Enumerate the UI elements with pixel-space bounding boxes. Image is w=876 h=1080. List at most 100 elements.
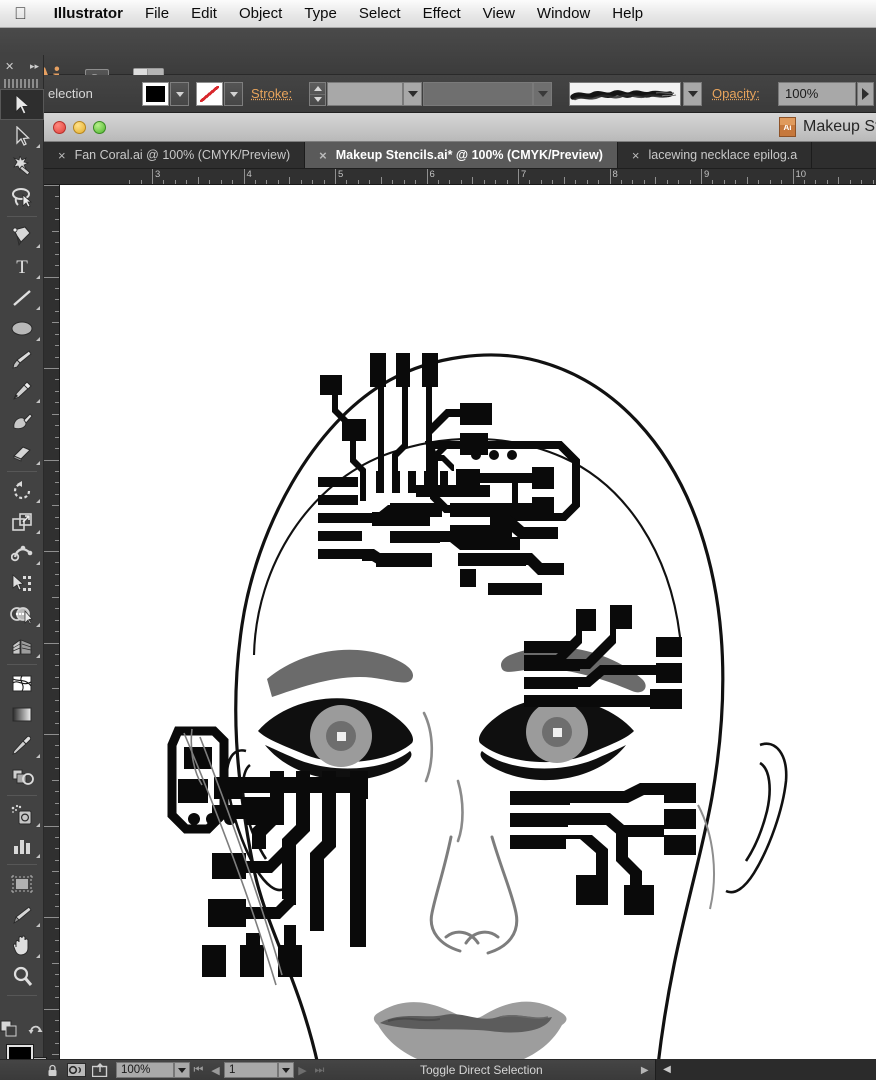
menu-type[interactable]: Type [293,0,348,28]
tab-fan-coral[interactable]: × Fan Coral.ai @ 100% (CMYK/Preview) [44,142,306,168]
previous-artboard-button[interactable]: ◀ [207,1061,224,1080]
swap-fill-stroke-icon[interactable] [28,1021,45,1041]
ruler-tick [335,169,336,184]
artboard-tool[interactable] [0,868,44,899]
share-icon[interactable] [88,1061,112,1080]
ruler-tick [44,459,59,461]
menu-select[interactable]: Select [348,0,412,28]
brush-definition-preview[interactable] [569,82,681,106]
pen-tool[interactable] [0,220,44,251]
horizontal-ruler[interactable]: 3 4 5 6 7 8 9 10 [44,169,876,185]
close-icon[interactable]: × [319,149,327,162]
ruler-tick [55,631,59,633]
zoom-window-button[interactable] [93,120,106,134]
document-title-bar[interactable]: Ai Makeup Stenc [44,113,876,142]
ruler-tick [44,734,59,735]
close-window-button[interactable] [53,120,66,134]
apple-menu-icon[interactable]:  [14,5,27,22]
hand-tool[interactable] [0,930,44,961]
magic-wand-tool[interactable] [0,151,44,182]
last-artboard-button[interactable]: ⏭ [311,1061,328,1080]
menu-window[interactable]: Window [526,0,601,28]
close-icon[interactable]: ✕ [5,60,14,73]
minimize-window-button[interactable] [73,120,86,134]
horizontal-scrollbar[interactable]: ◀ [655,1059,876,1080]
ellipse-tool[interactable] [0,313,44,344]
artboard-canvas[interactable] [60,185,876,1065]
column-graph-tool[interactable] [0,830,44,861]
mesh-tool[interactable] [0,668,44,699]
ruler-tick [781,180,783,184]
lock-icon[interactable] [40,1061,64,1080]
ruler-tick [55,882,59,884]
artboard-number-field[interactable]: 1 [224,1062,278,1078]
stroke-swatch[interactable] [196,82,223,106]
artboard-dropdown[interactable] [278,1062,294,1078]
opacity-field[interactable]: 100% [778,82,856,106]
default-fill-stroke-icon[interactable] [0,1020,19,1042]
rotate-tool[interactable] [0,475,44,506]
gradient-tool[interactable] [0,699,44,730]
pencil-tool[interactable] [0,375,44,406]
status-expand-arrow[interactable]: ▶ [635,1061,655,1080]
first-artboard-button[interactable]: ⏮ [190,1061,207,1080]
close-icon[interactable]: × [632,149,640,162]
menu-effect[interactable]: Effect [412,0,472,28]
scroll-left-icon[interactable]: ◀ [656,1064,678,1075]
vertical-ruler[interactable] [44,185,60,1065]
paintbrush-tool[interactable] [0,344,44,375]
blob-brush-tool[interactable] [0,406,44,437]
close-icon[interactable]: × [58,149,66,162]
symbol-sprayer-tool[interactable] [0,799,44,830]
shape-builder-tool[interactable] [0,599,44,630]
ruler-tick [369,180,371,184]
eyedropper-tool[interactable] [0,730,44,761]
ruler-tick [55,1042,59,1044]
window-traffic-lights[interactable] [53,120,106,134]
zoom-tool[interactable] [0,961,44,992]
menu-object[interactable]: Object [228,0,293,28]
fill-dropdown[interactable] [170,82,189,106]
menu-illustrator[interactable]: Illustrator [43,0,134,28]
fill-swatch[interactable] [142,82,169,106]
eraser-tool[interactable] [0,437,44,468]
free-transform-tool[interactable] [0,568,44,599]
type-tool[interactable]: T [0,251,44,282]
line-segment-tool[interactable] [0,282,44,313]
menu-view[interactable]: View [472,0,526,28]
menu-help[interactable]: Help [601,0,654,28]
zoom-level-dropdown[interactable] [174,1062,190,1078]
slice-tool[interactable] [0,899,44,930]
menu-file[interactable]: File [134,0,180,28]
ruler-tick [861,180,863,184]
scale-tool[interactable] [0,506,44,537]
width-tool[interactable] [0,537,44,568]
tab-lacewing-necklace[interactable]: × lacewing necklace epilog.a [617,142,813,168]
lasso-tool[interactable] [0,182,44,213]
stroke-label[interactable]: Stroke: [251,86,292,101]
ruler-tick [52,505,59,507]
stroke-weight-dropdown[interactable] [403,82,422,106]
blend-tool[interactable] [0,761,44,792]
ruler-tick [55,653,59,655]
stroke-weight-stepper[interactable] [309,82,326,106]
settings-icon[interactable] [64,1061,88,1080]
direct-selection-tool[interactable] [0,120,44,151]
ruler-tick [540,180,542,184]
tools-panel-grip[interactable] [4,79,40,88]
opacity-expand-arrow[interactable] [857,82,874,106]
tab-makeup-stencils[interactable]: × Makeup Stencils.ai* @ 100% (CMYK/Previ… [305,142,618,168]
next-artboard-button[interactable]: ▶ [294,1061,311,1080]
zoom-level-field[interactable]: 100% [116,1062,174,1078]
ruler-tick [55,619,59,621]
variable-width-profile-field[interactable] [423,82,533,106]
perspective-grid-tool[interactable] [0,630,44,661]
selection-tool[interactable] [0,89,44,120]
brush-definition-dropdown[interactable] [683,82,702,106]
variable-width-dropdown[interactable] [533,82,552,106]
opacity-label[interactable]: Opacity: [712,86,760,101]
collapse-icon[interactable]: ▸▸ [30,61,39,72]
menu-edit[interactable]: Edit [180,0,228,28]
stroke-dropdown[interactable] [224,82,243,106]
stroke-weight-field[interactable] [327,82,403,106]
